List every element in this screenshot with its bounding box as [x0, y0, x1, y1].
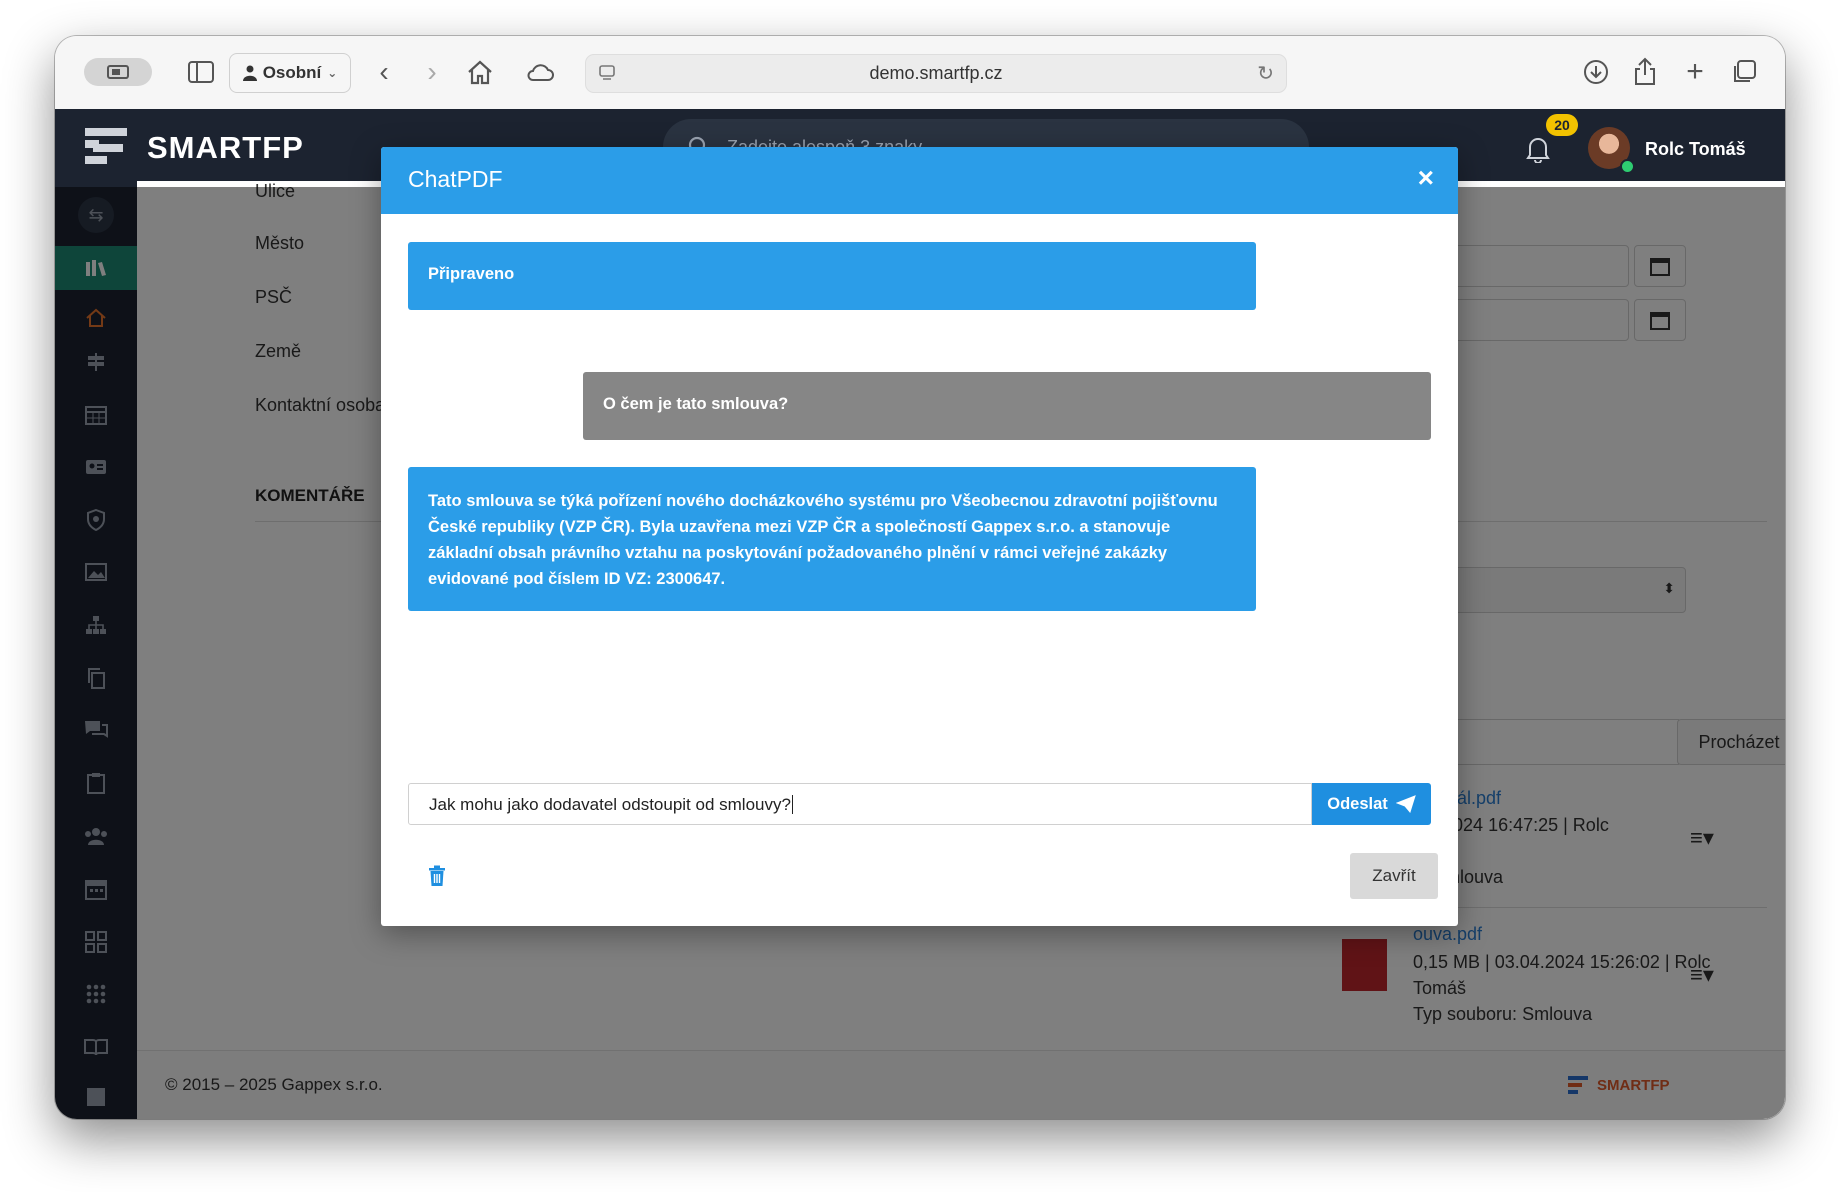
chevron-down-icon: ⌄: [327, 66, 338, 80]
save-icon[interactable]: [55, 1075, 137, 1119]
sidebar-toggle-icon[interactable]: [186, 58, 216, 86]
chat-input[interactable]: Jak mohu jako dodavatel odstoupit od sml…: [408, 783, 1312, 825]
modal-header: ChatPDF ×: [381, 147, 1458, 214]
calendar-picker-icon[interactable]: [1634, 299, 1686, 341]
page-footer: © 2015 – 2025 Gappex s.r.o. SMARTFP: [137, 1050, 1785, 1119]
url-text: demo.smartfp.cz: [869, 63, 1003, 83]
browser-toolbar: Osobní ⌄ ‹ › demo.smartfp.cz ↻ +: [55, 36, 1785, 110]
home-icon[interactable]: [463, 56, 497, 88]
trash-icon[interactable]: [428, 865, 446, 892]
shield-icon[interactable]: [55, 498, 137, 542]
user-name[interactable]: Rolc Tomáš: [1645, 139, 1746, 160]
logo-text: SMARTFP: [147, 130, 304, 165]
select-arrows-icon: ⬍: [1663, 580, 1675, 596]
paper-plane-icon: [1395, 795, 1416, 813]
library-icon[interactable]: [55, 246, 137, 290]
file-type-2: Typ souboru: Smlouva: [1413, 1004, 1593, 1024]
chatpdf-modal: ChatPDF × Připraveno O čem je tato smlou…: [381, 147, 1458, 926]
form-label-city: Město: [255, 233, 305, 253]
profile-button[interactable]: Osobní ⌄: [229, 53, 351, 93]
download-icon[interactable]: [1580, 56, 1612, 88]
online-status-dot: [1620, 159, 1635, 174]
clipboard-icon[interactable]: [55, 761, 137, 805]
profile-label: Osobní: [262, 63, 322, 82]
modal-title: ChatPDF: [408, 166, 503, 192]
browse-button[interactable]: Procházet: [1677, 719, 1785, 765]
notification-badge: 20: [1546, 114, 1578, 136]
user-message: O čem je tato smlouva?: [583, 372, 1431, 440]
new-tab-icon[interactable]: +: [1680, 55, 1710, 88]
left-navigation-rail: ⇆: [55, 187, 137, 1119]
calendar-picker-icon[interactable]: [1634, 245, 1686, 287]
cloud-icon[interactable]: [523, 56, 557, 88]
comments-icon[interactable]: [55, 708, 137, 752]
close-button[interactable]: Zavřít: [1350, 853, 1438, 899]
file-menu-icon[interactable]: ≡▾: [1690, 825, 1714, 851]
id-card-icon[interactable]: [55, 445, 137, 489]
copyright-text: © 2015 – 2025 Gappex s.r.o.: [165, 1075, 383, 1094]
send-label: Odeslat: [1327, 794, 1388, 813]
org-chart-icon[interactable]: [55, 603, 137, 647]
tabs-icon[interactable]: [1728, 56, 1760, 88]
status-message: Připraveno: [408, 242, 1256, 310]
collapse-toggle-icon[interactable]: ⇆: [55, 193, 137, 237]
file-meta-2b: Tomáš: [1413, 978, 1467, 998]
chat-input-value: Jak mohu jako dodavatel odstoupit od sml…: [429, 795, 791, 814]
file-menu-icon[interactable]: ≡▾: [1690, 962, 1714, 988]
assistant-message: Tato smlouva se týká pořízení nového doc…: [408, 467, 1256, 611]
footer-logo: SMARTFP: [1567, 1075, 1670, 1095]
footer-logo-text: SMARTFP: [1597, 1076, 1670, 1094]
reload-icon[interactable]: ↻: [1257, 61, 1274, 86]
pdf-file-icon: [1342, 939, 1387, 991]
calendar-icon[interactable]: [55, 867, 137, 911]
comments-section-title: KOMENTÁŘE: [255, 486, 365, 505]
person-icon: [242, 65, 257, 81]
logo-icon: [85, 128, 127, 164]
form-label-contact: Kontaktní osoba: [255, 395, 386, 415]
file-meta-2: 0,15 MB | 03.04.2024 15:26:02 | Rolc: [1413, 952, 1711, 972]
signpost-icon[interactable]: [55, 340, 137, 384]
users-icon[interactable]: [55, 814, 137, 858]
forward-icon[interactable]: ›: [418, 56, 446, 88]
close-icon[interactable]: ×: [1418, 162, 1434, 194]
home-nav-icon[interactable]: [55, 296, 137, 340]
form-label-country: Země: [255, 341, 302, 361]
share-icon[interactable]: [1629, 54, 1661, 88]
tab-overview-toggle[interactable]: [84, 58, 152, 86]
page-icon: [598, 63, 618, 88]
image-icon[interactable]: [55, 550, 137, 594]
text-caret: ​: [791, 795, 793, 814]
copy-icon[interactable]: [55, 656, 137, 700]
url-bar[interactable]: demo.smartfp.cz ↻: [585, 54, 1287, 93]
file-link-2[interactable]: ouva.pdf: [1413, 924, 1482, 945]
logo-icon: [1568, 1076, 1588, 1094]
dashboard-icon[interactable]: [55, 920, 137, 964]
apps-grid-icon[interactable]: [55, 972, 137, 1016]
bell-icon[interactable]: [1525, 135, 1551, 168]
calendar-grid-icon[interactable]: [55, 393, 137, 437]
send-button[interactable]: Odeslat: [1312, 783, 1431, 825]
form-label-street: Ulice: [255, 181, 296, 201]
book-icon[interactable]: [55, 1025, 137, 1069]
back-icon[interactable]: ‹: [370, 56, 398, 88]
app-logo[interactable]: SMARTFP: [83, 126, 304, 170]
browser-window: Osobní ⌄ ‹ › demo.smartfp.cz ↻ + SMARTFP…: [55, 36, 1785, 1119]
form-label-zip: PSČ: [255, 287, 293, 307]
